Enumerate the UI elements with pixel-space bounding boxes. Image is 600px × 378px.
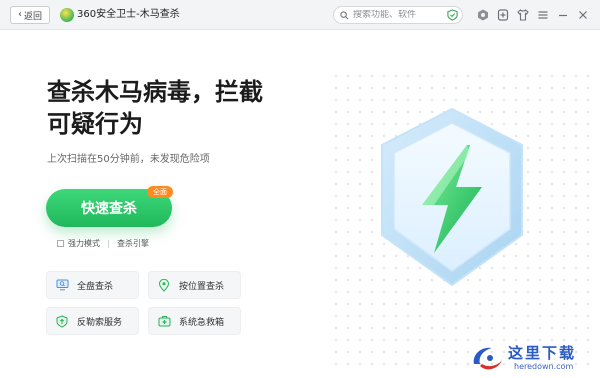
tool-label: 系统急救箱 — [179, 317, 225, 328]
watermark: 这里下载 heredown.com — [468, 338, 598, 378]
watermark-logo-icon — [473, 347, 502, 370]
shield-lightning-illustration — [372, 105, 532, 290]
tool-anti-ransomware[interactable]: 反勒索服务 — [46, 307, 139, 335]
page-headline: 查杀木马病毒，拦截 可疑行为 — [47, 76, 263, 140]
first-aid-kit-icon — [157, 314, 171, 328]
monitor-scan-icon — [55, 278, 69, 292]
scan-engine-link[interactable]: 查杀引擎 — [117, 238, 149, 249]
scan-options: 强力模式 查杀引擎 — [57, 238, 149, 249]
chevron-left-icon: ‹ — [17, 9, 22, 20]
shirt-skin-icon[interactable] — [516, 8, 530, 22]
hexagon-settings-icon[interactable] — [476, 8, 490, 22]
shield-up-icon — [55, 314, 69, 328]
location-pin-icon — [157, 278, 171, 292]
full-scan-badge: 全面 — [147, 186, 173, 198]
title-bar: ‹ 返回 360安全卫士-木马查杀 — [0, 0, 600, 30]
watermark-url: heredown.com — [514, 362, 574, 371]
search-icon — [340, 10, 349, 19]
tool-location-scan[interactable]: 按位置查杀 — [148, 271, 241, 299]
watermark-text: 这里下载 — [508, 344, 577, 362]
strong-mode-label[interactable]: 强力模式 — [68, 238, 100, 249]
tool-label: 反勒索服务 — [77, 317, 123, 328]
shield-check-icon[interactable] — [447, 9, 458, 21]
back-button[interactable]: ‹ 返回 — [10, 6, 50, 24]
app-title: 360安全卫士-木马查杀 — [77, 9, 180, 20]
search-input[interactable] — [353, 10, 445, 20]
tool-label: 按位置查杀 — [179, 281, 225, 292]
tool-full-disk-scan[interactable]: 全盘查杀 — [46, 271, 139, 299]
last-scan-status: 上次扫描在50分钟前，未发现危险项 — [47, 154, 210, 165]
search-box[interactable] — [333, 6, 463, 24]
tool-system-rescue[interactable]: 系统急救箱 — [148, 307, 241, 335]
tool-label: 全盘查杀 — [77, 281, 114, 292]
minimize-icon[interactable] — [556, 8, 570, 22]
plus-shield-icon[interactable] — [496, 8, 510, 22]
headline-line-2: 可疑行为 — [47, 110, 143, 138]
headline-line-1: 查杀木马病毒，拦截 — [47, 78, 263, 106]
menu-icon[interactable] — [536, 8, 550, 22]
close-icon[interactable] — [576, 8, 590, 22]
divider — [108, 239, 109, 248]
strong-mode-checkbox[interactable] — [57, 240, 64, 247]
360-logo-icon — [60, 8, 74, 22]
back-label: 返回 — [23, 11, 42, 22]
